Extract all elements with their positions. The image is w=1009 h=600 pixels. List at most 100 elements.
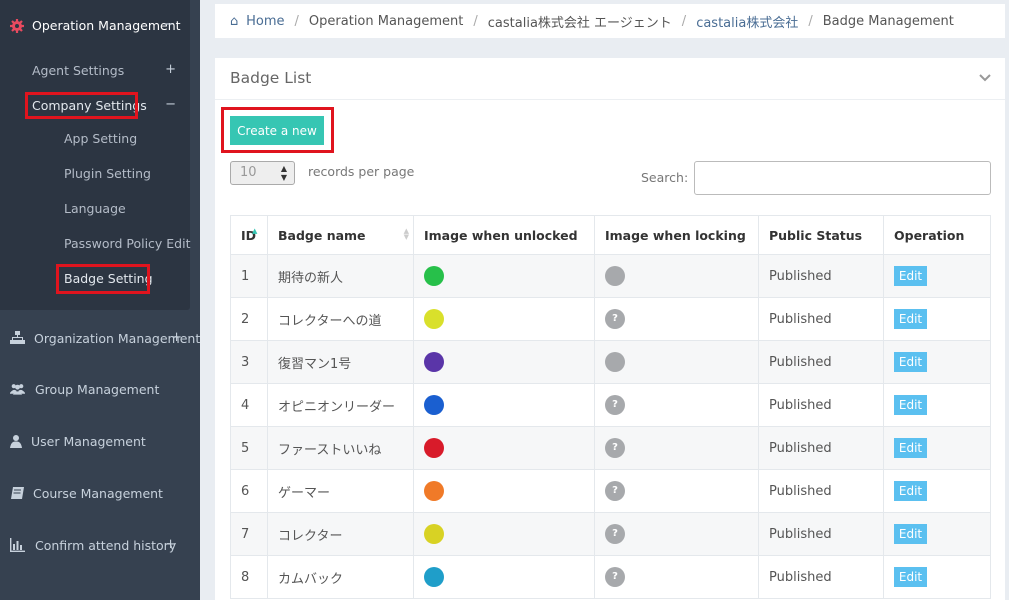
breadcrumb-separator: /: [294, 13, 299, 29]
cell-badge-name: 期待の新人: [267, 254, 414, 298]
cell-operation: Edit: [883, 469, 991, 513]
cell-image-locking: [594, 254, 759, 298]
table-row: 6 ゲーマー? Published Edit: [230, 469, 991, 513]
cell-operation: Edit: [883, 383, 991, 427]
sidebar-item-user-management[interactable]: User Management: [0, 429, 200, 453]
edit-button[interactable]: Edit: [894, 309, 927, 329]
sidebar-item-operation-management[interactable]: Operation Management −: [0, 14, 190, 38]
sidebar-item-plugin-setting[interactable]: Plugin Setting: [0, 161, 190, 185]
header-operation: Operation: [883, 215, 991, 255]
edit-button[interactable]: Edit: [894, 438, 927, 458]
cell-image-locking: ?: [594, 555, 759, 599]
cell-operation: Edit: [883, 254, 991, 298]
badge-unlocked-icon: [424, 524, 444, 544]
sidebar-item-course-management[interactable]: Course Management: [0, 481, 200, 505]
header-image-unlocked: Image when unlocked: [413, 215, 595, 255]
highlight-company-settings: [25, 92, 138, 119]
expand-icon[interactable]: +: [165, 537, 176, 552]
cell-badge-name: ファーストいいね: [267, 426, 414, 470]
edit-button[interactable]: Edit: [894, 352, 927, 372]
badge-table: ID ▲ Badge name ▲ ▼ Image when unlocked I…: [230, 215, 991, 599]
sidebar-item-password-policy-edit[interactable]: Password Policy Edit: [0, 231, 191, 255]
sidebar-item-organization-management[interactable]: Organization Management +: [0, 326, 200, 350]
breadcrumb-separator: /: [808, 13, 813, 29]
sidebar-item-confirm-attend-history[interactable]: Confirm attend history +: [0, 533, 200, 557]
cell-image-unlocked: [413, 254, 595, 298]
sidebar-item-agent-settings[interactable]: Agent Settings +: [0, 58, 190, 82]
edit-button[interactable]: Edit: [894, 266, 927, 286]
chevron-down-icon[interactable]: [979, 73, 991, 83]
cell-image-unlocked: [413, 340, 595, 384]
breadcrumb-item-link[interactable]: castalia株式会社: [696, 12, 798, 31]
cell-id: 7: [230, 512, 268, 556]
cell-public-status: Published: [758, 340, 884, 384]
records-per-page-value: 10: [240, 165, 257, 180]
header-id[interactable]: ID ▲: [230, 215, 268, 255]
sidebar-item-group-management[interactable]: Group Management: [0, 377, 200, 401]
cell-image-locking: ?: [594, 383, 759, 427]
header-image-locking: Image when locking: [594, 215, 759, 255]
cell-badge-name: 復習マン1号: [267, 340, 414, 384]
cell-image-locking: [594, 340, 759, 384]
cell-image-unlocked: [413, 512, 595, 556]
breadcrumb-separator: /: [473, 13, 478, 29]
cell-badge-name: コレクター: [267, 512, 414, 556]
records-per-page-label: records per page: [308, 164, 415, 179]
sidebar-item-app-setting[interactable]: App Setting: [0, 126, 190, 150]
sidebar-label-user-management: User Management: [31, 434, 146, 449]
breadcrumb-home[interactable]: ⌂ Home: [230, 14, 285, 29]
badge-list-panel: Badge List Create a new 10 ▲ ▼ records pe…: [215, 58, 1005, 600]
table-body: 1 期待の新人 Published Edit 2 コレクターへの道? Published Ed…: [230, 254, 991, 599]
breadcrumb-item: castalia株式会社 エージェント: [487, 15, 672, 31]
cell-operation: Edit: [883, 512, 991, 556]
table-header-row: ID ▲ Badge name ▲ ▼ Image when unlocked I…: [230, 215, 991, 255]
user-icon: [10, 435, 22, 448]
sidebar-label-language: Language: [64, 201, 126, 216]
breadcrumb-home-label: Home: [246, 13, 285, 29]
sort-icon: ▲ ▼: [403, 227, 409, 241]
badge-locked-icon: ?: [605, 395, 625, 415]
cell-operation: Edit: [883, 426, 991, 470]
sidebar-item-language[interactable]: Language: [0, 196, 190, 220]
operation-management-group: Operation Management − Agent Settings + …: [0, 0, 191, 310]
edit-button[interactable]: Edit: [894, 481, 927, 501]
edit-button[interactable]: Edit: [894, 395, 927, 415]
panel-header: Badge List: [215, 58, 1005, 100]
cell-public-status: Published: [758, 555, 884, 599]
sidebar-label-operation-management: Operation Management: [32, 18, 181, 33]
edit-button[interactable]: Edit: [894, 567, 927, 587]
cell-badge-name: コレクターへの道: [267, 297, 414, 341]
edit-button[interactable]: Edit: [894, 524, 927, 544]
expand-icon[interactable]: +: [171, 330, 182, 345]
table-row: 2 コレクターへの道? Published Edit: [230, 297, 991, 341]
badge-locked-icon: ?: [605, 309, 625, 329]
cell-public-status: Published: [758, 426, 884, 470]
bar-chart-icon: [10, 538, 25, 552]
cell-public-status: Published: [758, 383, 884, 427]
cell-public-status: Published: [758, 297, 884, 341]
badge-unlocked-icon: [424, 395, 444, 415]
collapse-icon[interactable]: −: [165, 97, 176, 112]
header-public-status: Public Status: [758, 215, 884, 255]
panel-title: Badge List: [230, 69, 312, 87]
sidebar-label-plugin-setting: Plugin Setting: [64, 166, 151, 181]
sidebar: Operation Management − Agent Settings + …: [0, 0, 200, 600]
collapse-icon[interactable]: −: [163, 17, 174, 32]
badge-unlocked-icon: [424, 567, 444, 587]
header-badge-name[interactable]: Badge name ▲ ▼: [267, 215, 414, 255]
badge-unlocked-icon: [424, 481, 444, 501]
create-new-button[interactable]: Create a new: [230, 116, 324, 145]
cell-image-locking: ?: [594, 297, 759, 341]
expand-icon[interactable]: +: [165, 62, 176, 77]
cell-operation: Edit: [883, 340, 991, 384]
users-icon: [10, 384, 25, 395]
cell-id: 6: [230, 469, 268, 513]
records-per-page-select[interactable]: 10 ▲ ▼: [230, 161, 295, 185]
search-input[interactable]: [694, 161, 991, 195]
cell-badge-name: オピニオンリーダー: [267, 383, 414, 427]
badge-locked-icon: ?: [605, 481, 625, 501]
sidebar-label-confirm-attend-history: Confirm attend history: [35, 538, 177, 553]
table-row: 1 期待の新人 Published Edit: [230, 254, 991, 298]
breadcrumb-separator: /: [681, 13, 687, 29]
cell-operation: Edit: [883, 555, 991, 599]
